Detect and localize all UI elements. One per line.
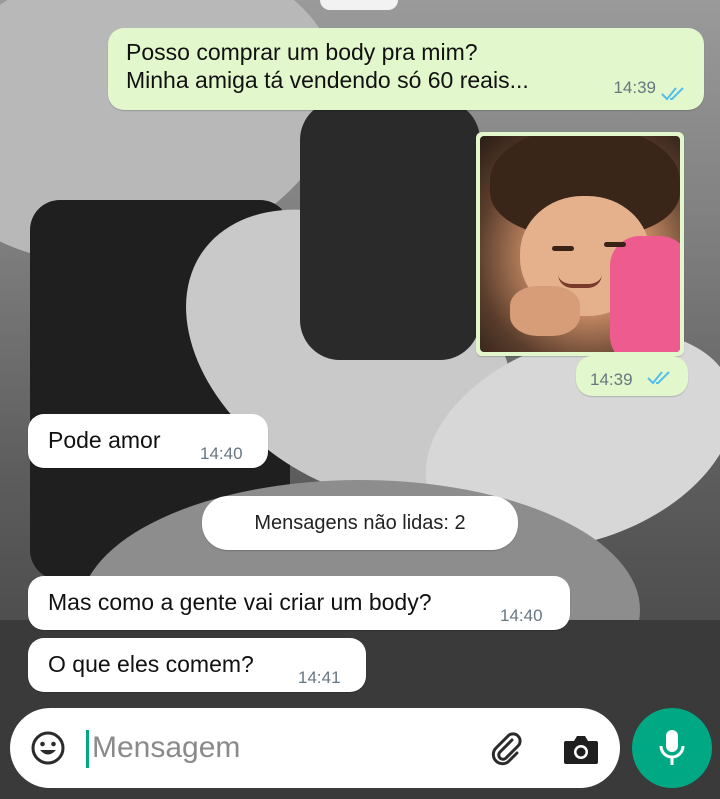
message-text: O que eles comem? bbox=[48, 651, 254, 677]
image-timestamp-bubble: 14:39 bbox=[576, 356, 688, 396]
message-time: 14:40 bbox=[500, 606, 543, 625]
message-input[interactable] bbox=[92, 726, 452, 770]
message-composer bbox=[10, 708, 620, 788]
message-time: 14:41 bbox=[298, 668, 341, 687]
incoming-message[interactable]: O que eles comem? 14:41 bbox=[28, 638, 366, 692]
message-time: 14:39 bbox=[590, 370, 633, 389]
message-text: Pode amor bbox=[48, 427, 161, 453]
camera-icon[interactable] bbox=[562, 732, 600, 766]
double-check-read-icon bbox=[661, 87, 684, 101]
incoming-message[interactable]: Pode amor 14:40 bbox=[28, 414, 268, 468]
incoming-message[interactable]: Mas como a gente vai criar um body? 14:4… bbox=[28, 576, 570, 630]
outgoing-image-message[interactable] bbox=[476, 132, 684, 356]
message-text: Posso comprar um body pra mim? Minha ami… bbox=[126, 39, 529, 93]
outgoing-message[interactable]: Posso comprar um body pra mim? Minha ami… bbox=[108, 28, 704, 110]
unread-messages-divider: Mensagens não lidas: 2 bbox=[202, 496, 518, 550]
date-pill bbox=[320, 0, 398, 10]
message-time: 14:40 bbox=[200, 444, 243, 463]
text-cursor bbox=[86, 730, 89, 768]
shared-photo[interactable] bbox=[480, 136, 680, 352]
double-check-read-icon bbox=[647, 371, 670, 385]
message-time: 14:39 bbox=[613, 78, 656, 97]
mic-icon bbox=[659, 730, 685, 765]
message-text: Mas como a gente vai criar um body? bbox=[48, 589, 432, 615]
emoji-icon[interactable] bbox=[30, 730, 66, 766]
paperclip-icon[interactable] bbox=[488, 730, 524, 766]
voice-message-button[interactable] bbox=[632, 708, 712, 788]
